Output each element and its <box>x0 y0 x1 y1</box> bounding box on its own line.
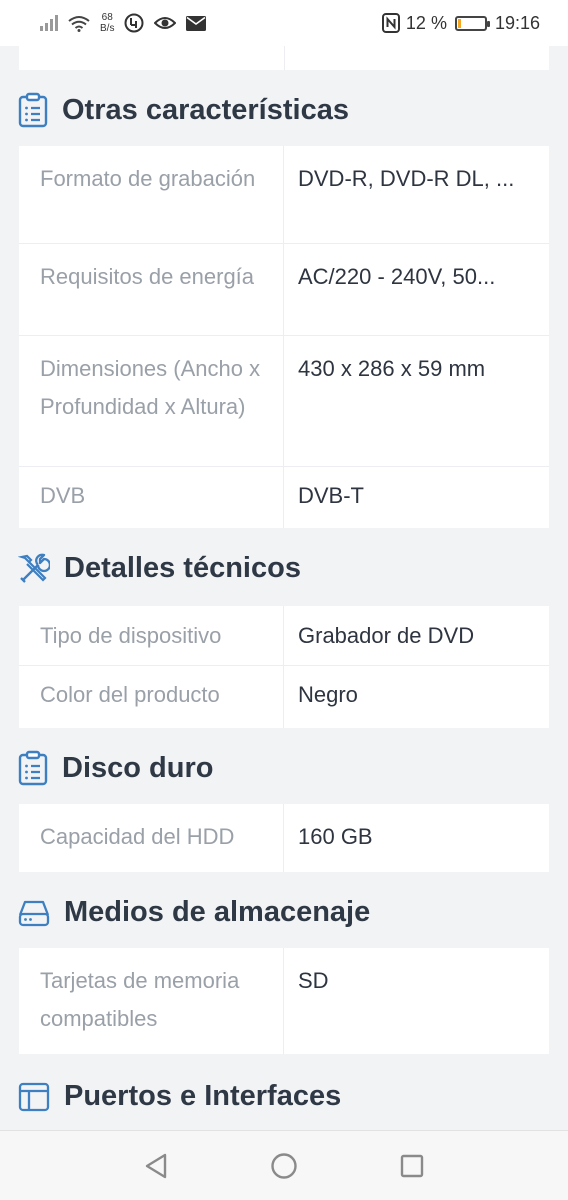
spec-row: DVB DVB-T <box>19 467 549 528</box>
spec-value: SD <box>298 968 329 993</box>
clipboard-list-icon <box>18 92 48 128</box>
column-divider <box>284 46 285 70</box>
spec-row: Dimensiones (Ancho x Profundidad x Altur… <box>19 336 549 467</box>
spec-row: Capacidad del HDD 160 GB <box>19 804 549 872</box>
spec-label: Dimensiones (Ancho x Profundidad x Altur… <box>19 336 284 466</box>
battery-fill <box>457 18 462 28</box>
network-speed-value: 68 <box>101 12 113 23</box>
spec-value: Negro <box>298 682 358 707</box>
network-speed: 68 B/s <box>100 12 114 34</box>
spec-card-detalles-tecnicos: Tipo de dispositivo Grabador de DVD Colo… <box>19 606 549 728</box>
spec-label: Color del producto <box>19 666 284 728</box>
eye-icon <box>154 15 177 31</box>
spec-label: Tipo de dispositivo <box>19 606 284 665</box>
spec-value: DVB-T <box>298 483 364 508</box>
section-header-otras-caracteristicas: Otras características <box>18 92 349 128</box>
section-header-detalles-tecnicos: Detalles técnicos <box>18 552 301 585</box>
section-header-puertos-e-interfaces: Puertos e Interfaces <box>18 1080 341 1113</box>
spec-row: Requisitos de energía AC/220 - 240V, 50.… <box>19 244 549 336</box>
home-button[interactable] <box>264 1146 304 1186</box>
spec-row: Tipo de dispositivo Grabador de DVD <box>19 606 549 666</box>
section-title: Detalles técnicos <box>64 552 301 584</box>
status-bar: 68 B/s 12 % 19:16 <box>0 0 568 46</box>
recents-square-icon <box>400 1154 424 1177</box>
mail-icon <box>186 15 207 31</box>
back-button[interactable] <box>136 1146 176 1186</box>
spec-value: DVD-R, DVD-R DL, ... <box>298 166 515 191</box>
section-header-disco-duro: Disco duro <box>18 750 213 786</box>
wifi-icon <box>68 15 90 32</box>
network-speed-unit: B/s <box>100 23 115 34</box>
spec-value: 430 x 286 x 59 mm <box>298 356 486 381</box>
data-saver-icon <box>124 13 144 33</box>
status-bar-left: 68 B/s <box>40 12 207 34</box>
spec-content[interactable]: Otras características Formato de grabaci… <box>0 46 568 1130</box>
recents-button[interactable] <box>392 1146 432 1186</box>
tools-icon <box>18 553 50 585</box>
section-header-medios-de-almacenaje: Medios de almacenaje <box>18 896 370 929</box>
spec-label: Formato de grabación <box>19 146 284 243</box>
spec-row: Color del producto Negro <box>19 666 549 728</box>
spec-card-disco-duro: Capacidad del HDD 160 GB <box>19 804 549 872</box>
battery-percent: 12 % <box>405 12 447 33</box>
navigation-bar <box>0 1130 568 1200</box>
home-circle-icon <box>271 1152 297 1179</box>
hard-drive-icon <box>18 899 50 927</box>
spec-label: Tarjetas de memoria compatibles <box>19 948 284 1054</box>
spec-label: Capacidad del HDD <box>19 804 284 872</box>
section-title: Otras características <box>62 93 349 126</box>
status-bar-right: 12 % 19:16 <box>381 12 540 34</box>
clipboard-list-icon <box>18 750 48 786</box>
section-title: Medios de almacenaje <box>64 896 371 928</box>
previous-spec-card <box>19 46 549 70</box>
spec-card-otras-caracteristicas: Formato de grabación DVD-R, DVD-R DL, ..… <box>19 146 549 528</box>
spec-label: Requisitos de energía <box>19 244 284 335</box>
nfc-icon <box>381 13 400 33</box>
signal-icon <box>40 15 58 31</box>
spec-card-medios-de-almacenaje: Tarjetas de memoria compatibles SD <box>19 948 549 1054</box>
battery-icon <box>454 15 490 31</box>
spec-value: Grabador de DVD <box>298 623 475 648</box>
clock: 19:16 <box>494 12 540 33</box>
section-title: Puertos e Interfaces <box>64 1080 342 1112</box>
back-triangle-icon <box>145 1153 167 1178</box>
spec-row: Formato de grabación DVD-R, DVD-R DL, ..… <box>19 146 549 244</box>
layout-icon <box>18 1082 50 1112</box>
section-title: Disco duro <box>62 751 214 784</box>
spec-value: 160 GB <box>298 824 373 849</box>
spec-value: AC/220 - 240V, 50... <box>298 264 496 289</box>
spec-row: Tarjetas de memoria compatibles SD <box>19 948 549 1054</box>
spec-label: DVB <box>19 467 284 528</box>
